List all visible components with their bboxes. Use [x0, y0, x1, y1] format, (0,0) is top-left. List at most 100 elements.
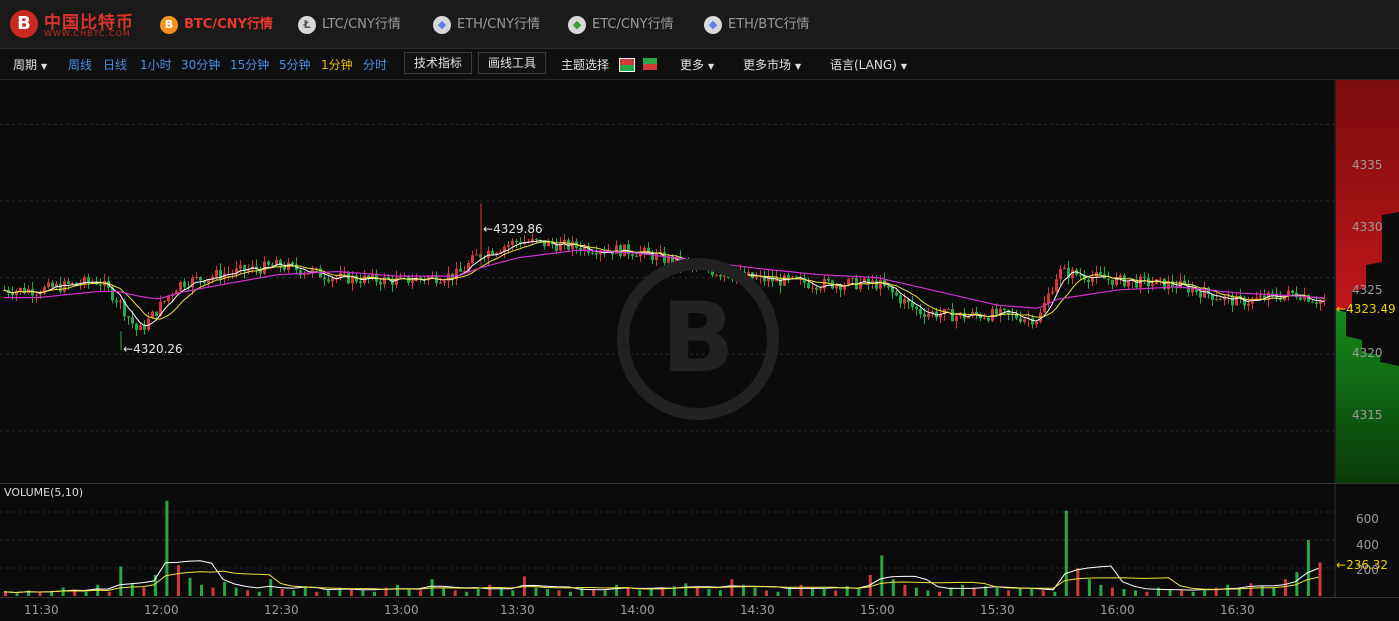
volume-bar — [961, 584, 964, 596]
volume-bar — [142, 587, 146, 596]
candle-body — [643, 247, 646, 252]
x-tick: 15:00 — [860, 603, 895, 617]
candle-body — [631, 254, 634, 256]
candle-body — [1035, 321, 1038, 325]
volume-bar — [84, 591, 88, 596]
candle-body — [39, 293, 42, 295]
period-dropdown[interactable]: 周期 ▼ — [13, 56, 47, 73]
volume-bar — [695, 587, 699, 596]
tab-btc-cny[interactable]: B BTC/CNY行情 — [160, 13, 273, 34]
theme-alt-swatch[interactable] — [643, 58, 657, 70]
tab-eth-cny[interactable]: ◆ ETH/CNY行情 — [433, 13, 541, 34]
candle-body — [395, 277, 398, 285]
theme-dark-swatch[interactable] — [619, 58, 635, 72]
volume-bar — [292, 590, 296, 596]
candle-body — [271, 264, 274, 266]
candle-body — [1003, 308, 1006, 311]
volume-bar — [1018, 587, 1022, 596]
volume-bar — [165, 500, 169, 596]
volume-bar — [569, 591, 572, 596]
candle-body — [899, 295, 902, 304]
candle-body — [1055, 279, 1058, 292]
high-annotation: ←4329.86 — [483, 222, 543, 236]
candle-body — [331, 278, 334, 282]
period-week[interactable]: 周线 — [68, 56, 92, 73]
period-day[interactable]: 日线 — [103, 56, 127, 73]
tab-eth-btc[interactable]: ◆ ETH/BTC行情 — [704, 13, 810, 34]
volume-bar — [361, 590, 365, 596]
period-15m[interactable]: 15分钟 — [230, 56, 269, 73]
period-5m[interactable]: 5分钟 — [279, 56, 311, 73]
period-1m[interactable]: 1分钟 — [321, 56, 353, 73]
candle-body — [1079, 274, 1082, 276]
volume-bar — [61, 587, 65, 596]
candle-body — [307, 273, 310, 275]
candle-body — [515, 240, 518, 243]
logo-url: WWW.CHBTC.COM — [44, 29, 131, 38]
candle-body — [1291, 290, 1294, 293]
candle-body — [299, 270, 302, 275]
volume-bar — [857, 587, 861, 596]
volume-bar — [1110, 587, 1114, 596]
period-label: 周期 — [13, 58, 38, 72]
candle-body — [595, 253, 598, 255]
volume-bar — [453, 590, 457, 596]
candle-body — [163, 301, 166, 303]
drawing-tools-button[interactable]: 画线工具 — [478, 52, 547, 74]
volume-bar — [234, 587, 238, 596]
high-value: 4329.86 — [493, 222, 543, 236]
candle-body — [267, 261, 270, 265]
y-tick: 4325 — [1352, 283, 1383, 297]
candle-body — [1299, 297, 1302, 300]
volume-bar — [1122, 589, 1126, 596]
volume-bar — [522, 576, 526, 596]
x-tick: 14:00 — [620, 603, 655, 617]
candle-body — [991, 309, 994, 321]
candle-body — [471, 255, 474, 264]
more-markets-dropdown[interactable]: 更多市场 ▼ — [743, 56, 801, 73]
candle-body — [139, 325, 142, 330]
candle-body — [11, 293, 14, 296]
candle-body — [115, 300, 118, 303]
more-dropdown[interactable]: 更多 ▼ — [680, 56, 714, 73]
period-1h[interactable]: 1小时 — [140, 56, 172, 73]
candle-body — [1215, 299, 1218, 301]
tab-label: ETH/CNY行情 — [457, 17, 541, 32]
period-timeshare[interactable]: 分时 — [363, 56, 387, 73]
candle-body — [635, 255, 638, 257]
candle-body — [59, 283, 62, 292]
candle-body — [771, 276, 774, 282]
volume-bar — [465, 591, 469, 596]
tab-etc-cny[interactable]: ◆ ETC/CNY行情 — [568, 13, 674, 34]
period-30m[interactable]: 30分钟 — [181, 56, 220, 73]
tab-label: LTC/CNY行情 — [322, 17, 401, 32]
candle-body — [511, 240, 514, 245]
candle-body — [947, 309, 950, 311]
site-logo[interactable]: B 中国比特币 WWW.CHBTC.COM — [10, 8, 150, 42]
candle-body — [879, 279, 882, 289]
candle-body — [135, 323, 138, 330]
candle-body — [379, 281, 382, 285]
candle-body — [491, 250, 494, 255]
y-tick: 4320 — [1352, 346, 1383, 360]
volume-bar — [880, 555, 884, 596]
candle-body — [239, 265, 242, 269]
bid-depth-area — [1336, 310, 1399, 484]
candle-body — [567, 239, 570, 250]
candle-body — [955, 316, 958, 322]
candle-body — [323, 277, 326, 280]
candle-body — [443, 281, 446, 283]
indicators-button[interactable]: 技术指标 — [404, 52, 473, 74]
x-tick: 13:00 — [384, 603, 419, 617]
caret-down-icon: ▼ — [900, 62, 907, 71]
candle-body — [1287, 290, 1290, 296]
logo-mark-icon: B — [10, 10, 38, 38]
candle-body — [347, 272, 350, 284]
candle-body — [1151, 284, 1154, 287]
x-tick: 11:30 — [24, 603, 59, 617]
tab-ltc-cny[interactable]: Ł LTC/CNY行情 — [298, 13, 401, 34]
volume-bar — [476, 589, 480, 596]
language-dropdown[interactable]: 语言(LANG) ▼ — [830, 56, 907, 73]
volume-bar — [280, 589, 284, 596]
candle-body — [1219, 299, 1222, 301]
